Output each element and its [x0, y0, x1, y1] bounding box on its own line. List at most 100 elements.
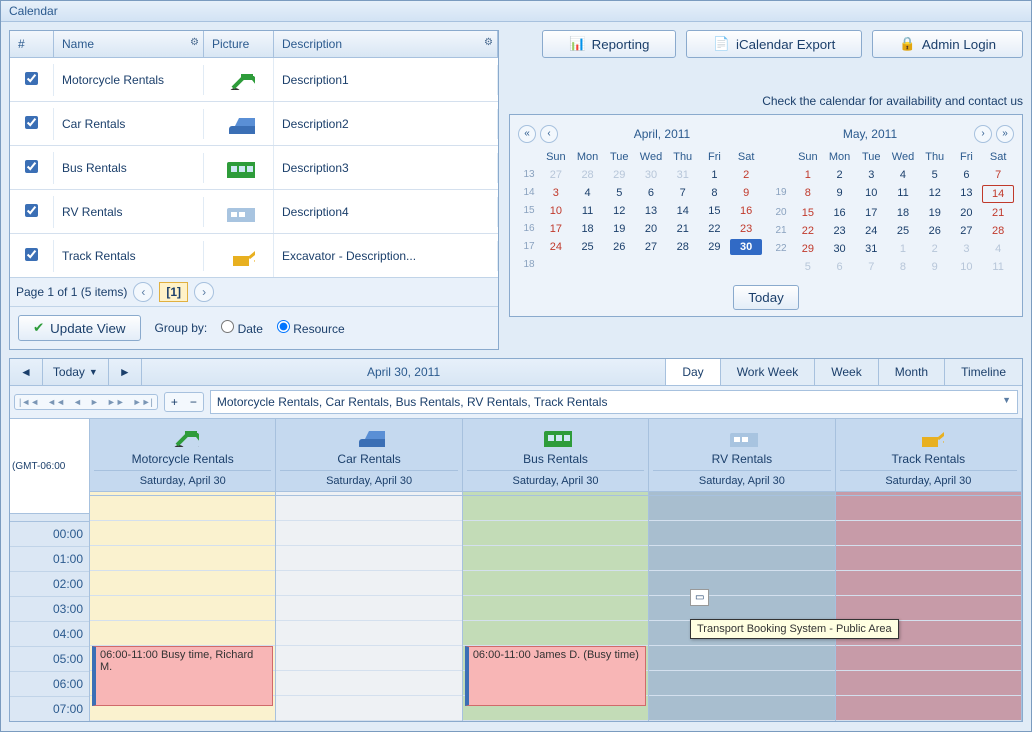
table-row[interactable]: Bus RentalsDescription3	[10, 146, 498, 190]
nav-prev-icon[interactable]: ◄	[69, 395, 86, 409]
cal-day[interactable]: 14	[982, 185, 1014, 203]
resource-selector[interactable]: Motorcycle Rentals, Car Rentals, Bus Ren…	[210, 390, 1018, 414]
time-slot[interactable]	[649, 571, 834, 596]
time-slot[interactable]	[463, 496, 648, 521]
nav-next-page-icon[interactable]: ►►	[103, 395, 129, 409]
time-slot[interactable]	[836, 521, 1021, 546]
time-slot[interactable]	[90, 596, 275, 621]
cal-day[interactable]: 19	[919, 205, 951, 221]
cal-day[interactable]: 21	[667, 221, 699, 237]
cal-day[interactable]	[572, 257, 604, 272]
cal-day[interactable]: 7	[855, 259, 887, 275]
time-slot[interactable]	[649, 671, 834, 696]
pager-next[interactable]: ›	[194, 282, 214, 302]
minical-today-button[interactable]: Today	[733, 285, 799, 310]
time-slot[interactable]	[463, 571, 648, 596]
cal-day[interactable]: 7	[982, 167, 1014, 183]
time-slot[interactable]	[463, 521, 648, 546]
time-slot[interactable]	[836, 496, 1021, 521]
time-slot[interactable]	[649, 496, 834, 521]
appointment[interactable]: 06:00-11:00 Busy time, Richard M.	[92, 646, 273, 706]
cal-day[interactable]	[540, 257, 572, 272]
cal-day[interactable]: 5	[919, 167, 951, 183]
cal-day[interactable]: 10	[855, 185, 887, 203]
cal-day[interactable]: 10	[540, 203, 572, 219]
filter-icon[interactable]: ⚙	[190, 37, 199, 48]
cal-day[interactable]: 30	[730, 239, 762, 255]
cal-day[interactable]: 16	[824, 205, 856, 221]
cal-day[interactable]: 11	[887, 185, 919, 203]
cal-day[interactable]: 28	[667, 239, 699, 255]
view-tab-timeline[interactable]: Timeline	[944, 359, 1022, 385]
cal-day[interactable]: 9	[919, 259, 951, 275]
cal-day[interactable]: 28	[982, 223, 1014, 239]
cal-day[interactable]: 23	[730, 221, 762, 237]
time-slot[interactable]	[463, 621, 648, 646]
time-slot[interactable]	[463, 596, 648, 621]
cal-day[interactable]	[730, 257, 762, 272]
filter-icon[interactable]: ⚙	[484, 37, 493, 48]
reporting-button[interactable]: 📊Reporting	[542, 30, 676, 58]
cal-day[interactable]: 6	[635, 185, 667, 201]
time-slot[interactable]	[836, 696, 1021, 721]
row-checkbox[interactable]	[25, 72, 38, 85]
view-tab-work-week[interactable]: Work Week	[720, 359, 815, 385]
nav-prev-page-icon[interactable]: ◄◄	[43, 395, 69, 409]
table-row[interactable]: RV RentalsDescription4	[10, 190, 498, 234]
time-slot[interactable]	[836, 596, 1021, 621]
row-checkbox[interactable]	[25, 204, 38, 217]
table-row[interactable]: Motorcycle RentalsDescription1	[10, 58, 498, 102]
cal-day[interactable]: 2	[824, 167, 856, 183]
cal-day[interactable]: 3	[540, 185, 572, 201]
cal-day[interactable]: 8	[887, 259, 919, 275]
cal-day[interactable]: 20	[635, 221, 667, 237]
cal-day[interactable]: 28	[572, 167, 604, 183]
cal-day[interactable]: 1	[792, 167, 824, 183]
time-slot[interactable]	[90, 571, 275, 596]
time-slot[interactable]	[836, 571, 1021, 596]
nav-last-icon[interactable]: ►►|	[129, 395, 157, 409]
time-slot[interactable]	[276, 571, 461, 596]
cal-day[interactable]: 29	[699, 239, 731, 255]
time-slot[interactable]	[463, 546, 648, 571]
remove-resource-button[interactable]: −	[184, 393, 203, 411]
cal-day[interactable]: 23	[824, 223, 856, 239]
cal-next-fast[interactable]: »	[996, 125, 1014, 143]
cal-day[interactable]: 19	[603, 221, 635, 237]
cal-prev[interactable]: ‹	[540, 125, 558, 143]
resource-nav[interactable]: |◄◄◄◄◄►►►►►|	[14, 394, 158, 410]
cal-day[interactable]: 22	[792, 223, 824, 239]
cal-day[interactable]: 25	[887, 223, 919, 239]
time-slot[interactable]	[276, 696, 461, 721]
cal-day[interactable]: 2	[730, 167, 762, 183]
view-tab-week[interactable]: Week	[814, 359, 877, 385]
cal-next[interactable]: ›	[974, 125, 992, 143]
time-slot[interactable]	[836, 546, 1021, 571]
row-checkbox[interactable]	[25, 248, 38, 261]
cal-day[interactable]: 27	[951, 223, 983, 239]
admin-login-button[interactable]: 🔒Admin Login	[872, 30, 1023, 58]
time-slot[interactable]	[90, 546, 275, 571]
time-slot[interactable]	[276, 646, 461, 671]
row-checkbox[interactable]	[25, 116, 38, 129]
table-row[interactable]: Track RentalsExcavator - Description...	[10, 234, 498, 277]
cal-day[interactable]: 12	[603, 203, 635, 219]
col-name[interactable]: Name⚙	[54, 31, 204, 57]
cal-day[interactable]: 17	[855, 205, 887, 221]
cal-prev-fast[interactable]: «	[518, 125, 536, 143]
resource-header[interactable]: Car RentalsSaturday, April 30	[276, 419, 461, 492]
time-slot[interactable]	[90, 496, 275, 521]
icalendar-export-button[interactable]: 📄iCalendar Export	[686, 30, 862, 58]
nav-first-icon[interactable]: |◄◄	[15, 395, 43, 409]
cal-day[interactable]: 17	[540, 221, 572, 237]
cal-day[interactable]: 2	[919, 241, 951, 257]
cal-day[interactable]: 25	[572, 239, 604, 255]
sched-prev[interactable]: ◄	[10, 359, 43, 385]
cal-day[interactable]: 9	[824, 185, 856, 203]
cal-day[interactable]: 6	[824, 259, 856, 275]
resource-header[interactable]: Track RentalsSaturday, April 30	[836, 419, 1021, 492]
cal-day[interactable]: 16	[730, 203, 762, 219]
table-row[interactable]: Car RentalsDescription2	[10, 102, 498, 146]
cal-day[interactable]: 13	[635, 203, 667, 219]
cal-day[interactable]: 29	[792, 241, 824, 257]
